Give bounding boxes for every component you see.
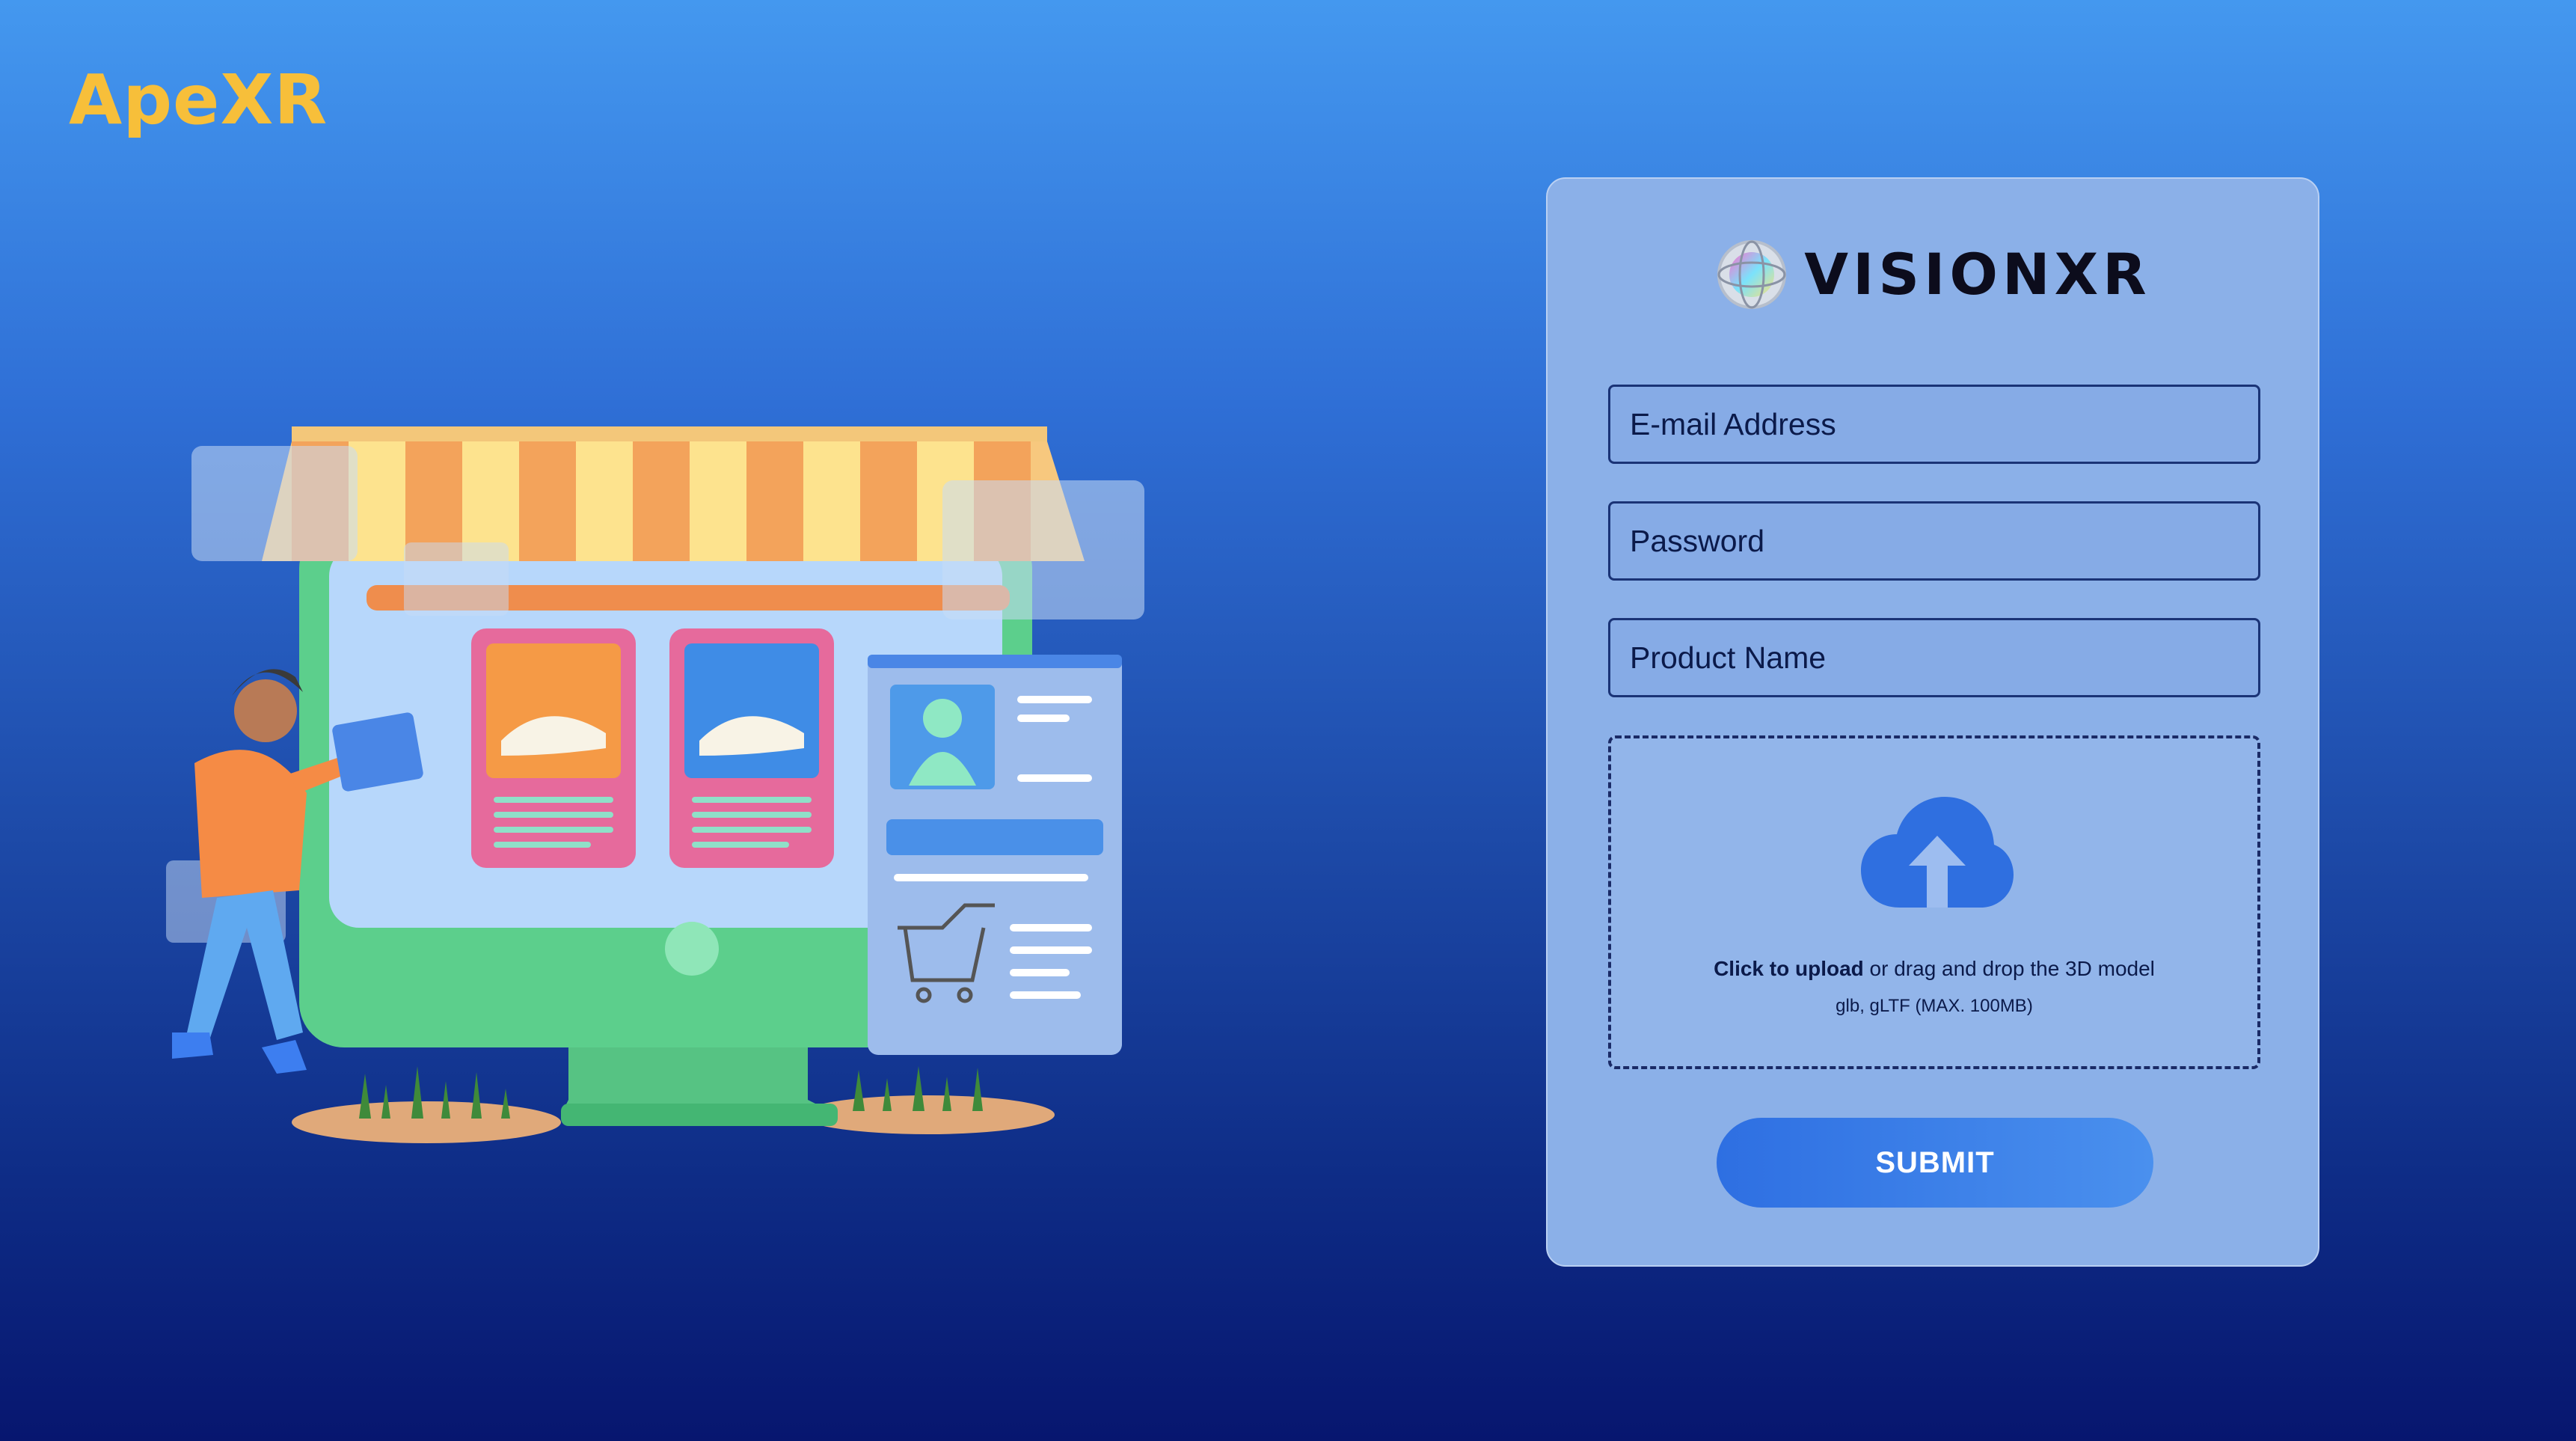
upload-instruction: Click to upload or drag and drop the 3D … (1611, 957, 2257, 981)
click-to-upload-link[interactable]: Click to upload (1714, 957, 1864, 980)
storefront-illustration (166, 426, 1144, 1143)
model-dropzone[interactable]: Click to upload or drag and drop the 3D … (1608, 735, 2260, 1069)
password-field[interactable] (1608, 501, 2260, 581)
cloud-upload-icon (1861, 797, 2014, 908)
logo-text: VISIONXR (1804, 241, 2151, 308)
visionxr-logo: VISIONXR (1548, 237, 2318, 312)
upload-format-hint: glb, gLTF (MAX. 100MB) (1836, 996, 2033, 1016)
globe-icon (1717, 240, 1787, 309)
upload-instruction-rest: or drag and drop the 3D model (1863, 957, 2155, 980)
product-name-field[interactable] (1608, 618, 2260, 697)
submit-button[interactable]: SUBMIT (1717, 1118, 2153, 1208)
brand-logo: ApeXR (69, 60, 328, 140)
email-field[interactable] (1608, 385, 2260, 464)
ground-right (800, 1095, 1055, 1134)
upload-form-card: VISIONXR Click to upload or drag and dro… (1546, 177, 2319, 1267)
ground-left (292, 1101, 561, 1143)
monitor-button (665, 922, 719, 976)
